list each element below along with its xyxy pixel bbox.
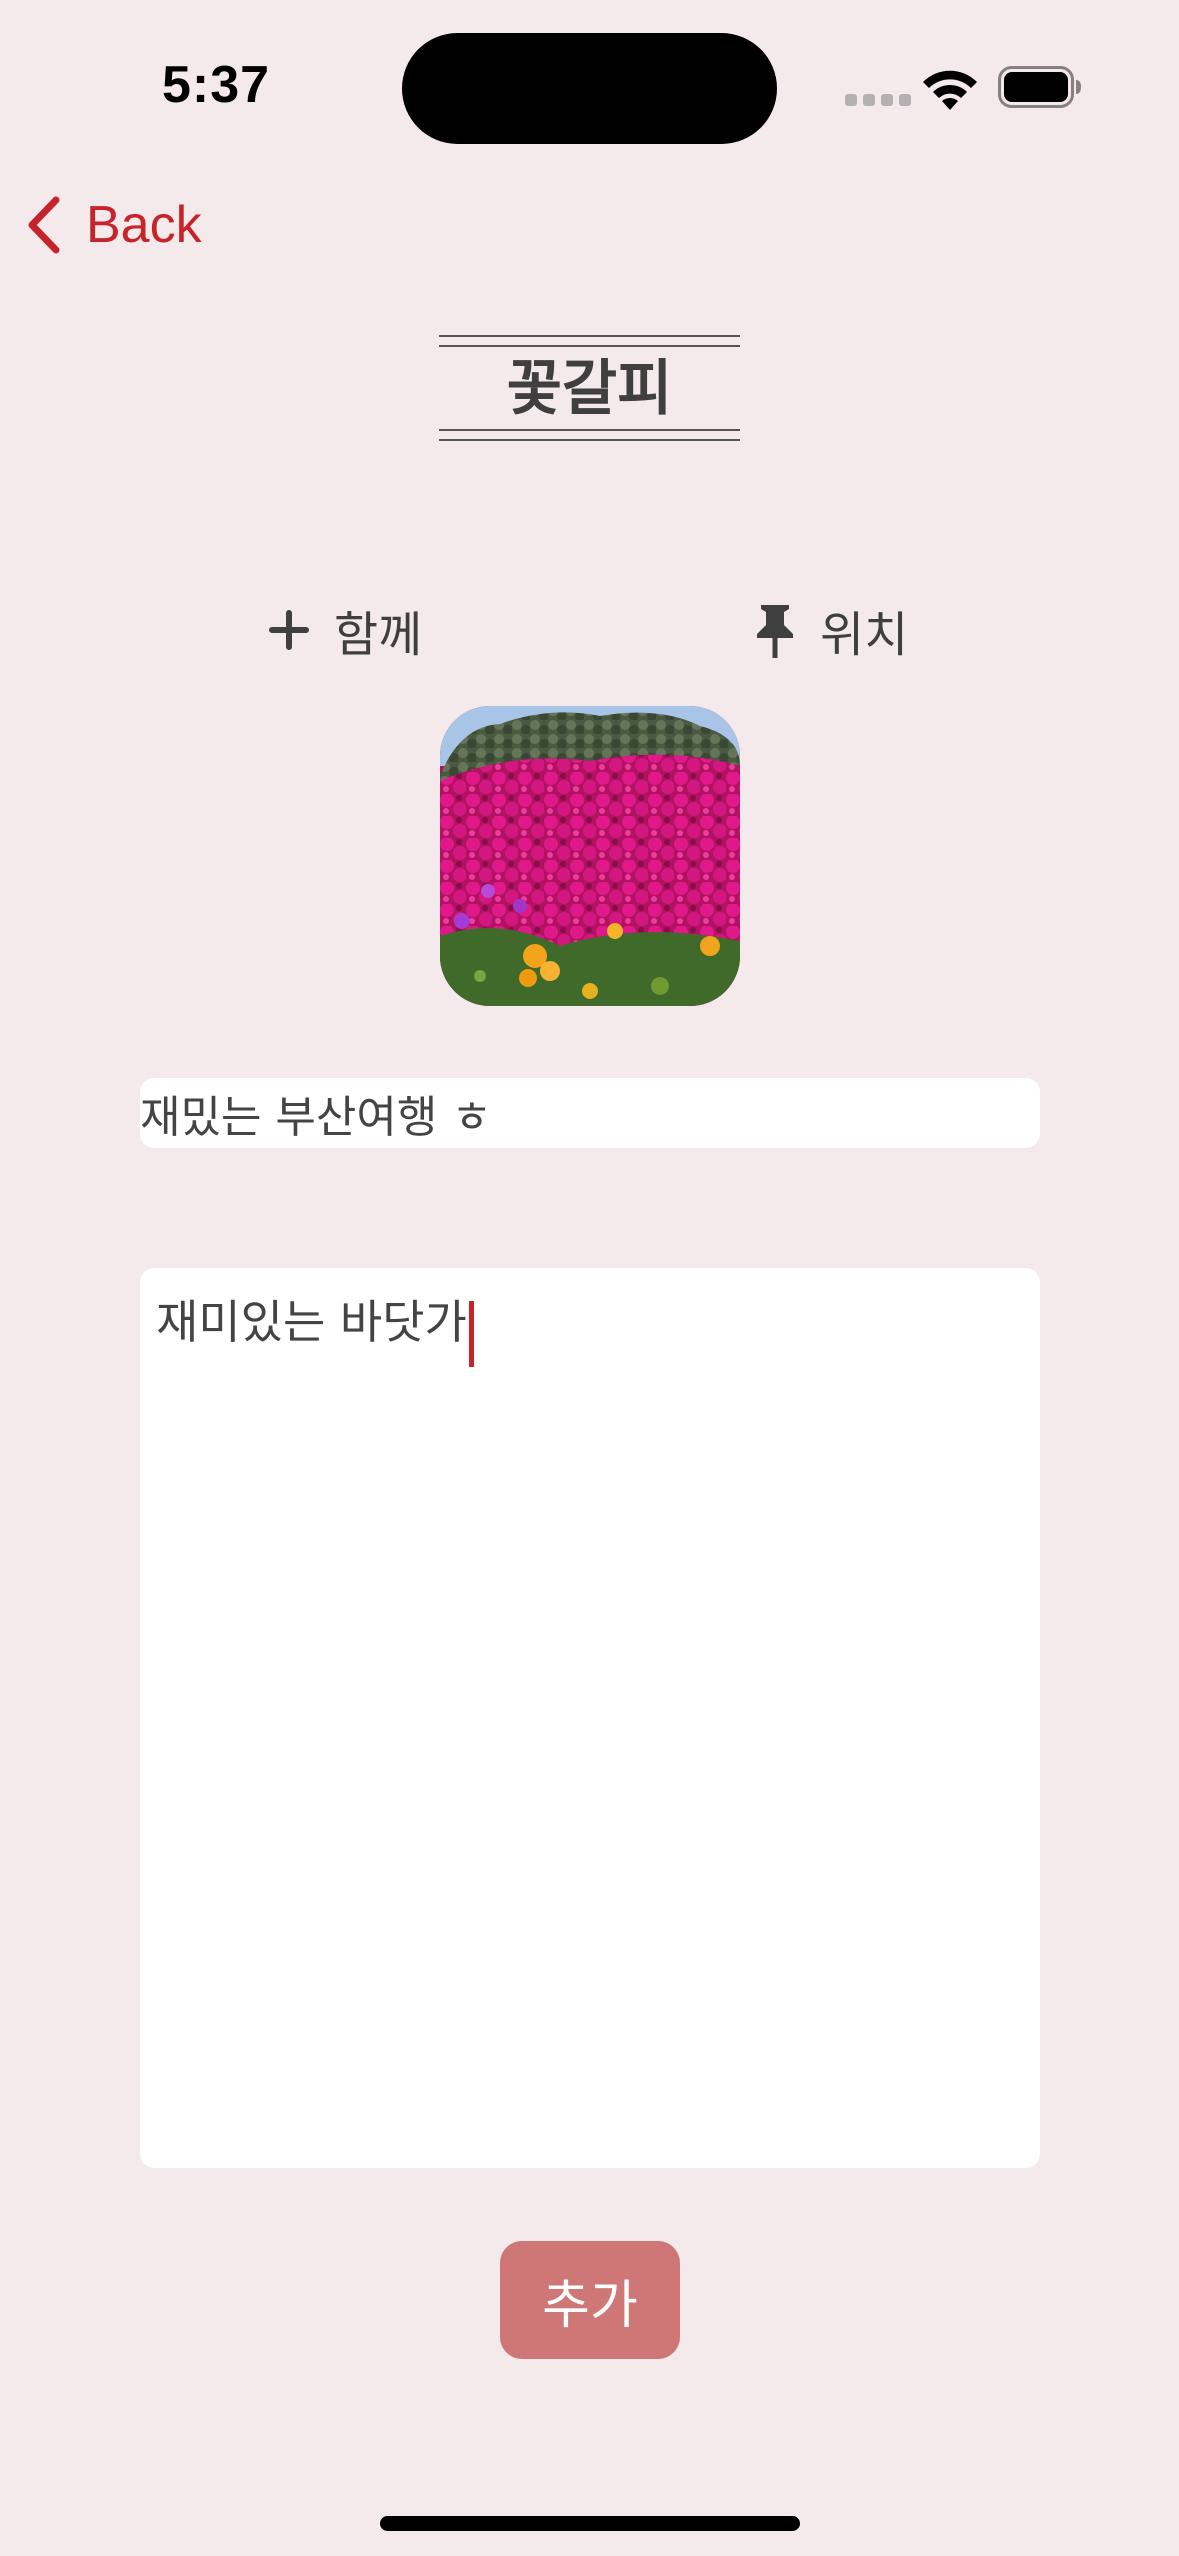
title-input[interactable] — [140, 1078, 1040, 1148]
flower-photo[interactable] — [440, 706, 740, 1006]
location-label: 위치 — [820, 607, 909, 663]
location-button[interactable]: 위치 — [752, 595, 908, 665]
status-time: 5:37 — [162, 56, 271, 114]
title-divider — [439, 335, 740, 337]
page-title-text: 꽃갈피 — [506, 354, 673, 424]
add-together-button[interactable]: 함께 — [266, 595, 422, 665]
title-divider — [439, 345, 740, 347]
cellular-signal-icon — [845, 94, 911, 106]
pin-icon — [757, 605, 793, 658]
back-button[interactable]: Back — [22, 190, 202, 260]
title-divider — [439, 439, 740, 441]
plus-icon — [269, 610, 309, 650]
battery-icon — [998, 66, 1081, 108]
home-indicator[interactable] — [380, 2516, 800, 2531]
wifi-icon — [923, 70, 977, 110]
page-title: 꽃갈피 — [439, 333, 740, 445]
chevron-left-icon — [28, 196, 60, 254]
memo-textarea[interactable]: 재미있는 바닷가 — [140, 1268, 1040, 2168]
together-label: 함께 — [334, 607, 423, 663]
dynamic-island — [402, 33, 777, 144]
back-label: Back — [86, 196, 202, 254]
flower-photo-image — [440, 706, 740, 1006]
title-divider — [439, 429, 740, 431]
add-button[interactable]: 추가 — [500, 2241, 680, 2359]
memo-text: 재미있는 바닷가 — [156, 1295, 467, 1349]
text-caret — [468, 1300, 474, 1367]
